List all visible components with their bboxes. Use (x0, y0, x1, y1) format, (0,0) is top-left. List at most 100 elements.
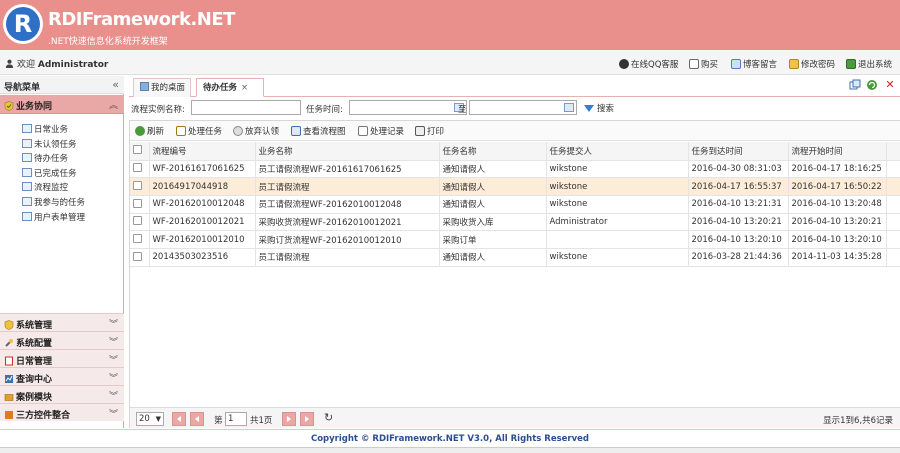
table-row[interactable]: 20143503023516 员工请假流程 通知请假人 wikstone 2016-03… (130, 248, 900, 267)
col-header-start-time[interactable]: 流程开始时间 (788, 142, 887, 161)
row-checkbox[interactable] (130, 230, 150, 249)
refresh-icon[interactable] (866, 79, 878, 91)
prev-page-button[interactable] (190, 412, 204, 426)
nav-group-third-party[interactable]: 三方控件整合 ︾ (0, 403, 124, 421)
header-banner: R RDIFramework.NET .NET快速信息化系统开发框架 (0, 0, 900, 50)
instance-name-label: 流程实例名称: (131, 105, 185, 115)
table-cell: 2016-04-10 13:20:21 (688, 213, 789, 232)
row-checkbox[interactable] (130, 248, 150, 267)
logout-link[interactable]: 退出系统 (846, 58, 892, 70)
page-size-select[interactable]: 20 ▼ (136, 412, 164, 426)
calendar-icon[interactable] (564, 103, 574, 112)
grid-icon (22, 124, 32, 133)
tab-todo-tasks[interactable]: 待办任务 × (196, 78, 264, 97)
table-cell: 2016-04-10 13:21:31 (688, 195, 789, 214)
last-page-button[interactable] (300, 412, 314, 426)
print-button[interactable]: 打印 (415, 125, 444, 137)
table-cell-overflow (886, 160, 900, 179)
table-row[interactable]: WF-20161617061625 员工请假流程WF-20161617061625… (130, 160, 900, 179)
abandon-claim-button[interactable]: 放弃认领 (233, 125, 279, 137)
nav-item-monitor[interactable]: 流程监控 (22, 182, 85, 194)
row-checkbox[interactable] (130, 195, 150, 214)
process-record-button[interactable]: 处理记录 (358, 125, 404, 137)
qq-service-link[interactable]: 在线QQ客服 (619, 58, 678, 70)
nav-item-daily-business[interactable]: 日常业务 (22, 124, 85, 136)
cancel-icon (233, 126, 243, 136)
table-cell: WF-20162010012048 (149, 195, 256, 214)
table-cell: Administrator (546, 213, 689, 232)
end-date-input[interactable] (469, 100, 577, 115)
welcome-text: 欢迎 Administrator (5, 57, 108, 70)
nav-group-system-manage[interactable]: 系统管理 ︾ (0, 313, 124, 331)
pager-refresh-icon[interactable]: ↻ (324, 411, 333, 424)
col-header-submitter[interactable]: 任务提交人 (546, 142, 689, 161)
table-cell: 2016-04-17 18:16:25 (788, 160, 887, 179)
row-checkbox[interactable] (130, 160, 150, 179)
nav-group-business-collab[interactable]: 业务协同 ︽ (0, 95, 124, 114)
page-number-input[interactable]: 1 (225, 412, 247, 426)
window-restore-icon[interactable] (849, 79, 861, 91)
nav-item-todo[interactable]: 待办任务 (22, 153, 85, 165)
row-checkbox[interactable] (130, 177, 150, 196)
nav-item-participated[interactable]: 我参与的任务 (22, 196, 85, 209)
table-row[interactable]: WF-20162010012048 员工请假流程WF-20162010012048… (130, 195, 900, 214)
table-cell: 采购订货流程WF-20162010012010 (255, 230, 440, 249)
task-icon (176, 126, 186, 136)
brand-subtitle: .NET快速信息化系统开发框架 (48, 37, 168, 47)
check-shield-icon (4, 101, 14, 111)
logo-letter: R (6, 7, 40, 41)
printer-icon (415, 126, 425, 136)
select-all-checkbox[interactable] (130, 142, 150, 161)
close-icon[interactable]: × (241, 83, 248, 93)
nav-group-system-config[interactable]: 系统配置 ︾ (0, 331, 124, 349)
table-cell: 20143503023516 (149, 248, 256, 267)
user-name: Administrator (37, 60, 109, 70)
nav-group-daily-manage[interactable]: 日常管理 ︾ (0, 349, 124, 367)
chevron-down-icon: ︾ (108, 392, 118, 402)
col-header-task-name[interactable]: 任务名称 (439, 142, 547, 161)
tab-my-desktop[interactable]: 我的桌面 (133, 78, 191, 97)
process-task-button[interactable]: 处理任务 (176, 125, 222, 137)
row-checkbox[interactable] (130, 213, 150, 232)
nav-item-unclaimed[interactable]: 未认领任务 (22, 138, 85, 151)
table-cell-overflow (886, 230, 900, 249)
collapse-icon[interactable]: « (112, 78, 119, 91)
change-password-link[interactable]: 修改密码 (789, 58, 835, 70)
table-cell: wikstone (546, 248, 689, 267)
search-button[interactable]: 搜索 (584, 102, 614, 114)
task-icon (22, 138, 32, 148)
next-page-button[interactable] (282, 412, 296, 426)
table-cell: 采购收货流程WF-20162010012021 (255, 213, 440, 232)
nav-group-case-module[interactable]: 案例模块 ︾ (0, 385, 124, 403)
wrench-icon (5, 339, 13, 347)
table-cell: WF-20162010012010 (149, 230, 256, 249)
grid-toolbar: 刷新 处理任务 放弃认领 查看流程图 处理记录 打印 (130, 121, 900, 141)
nav-group-query-center[interactable]: 查询中心 ︾ (0, 367, 124, 385)
start-date-input[interactable] (349, 100, 467, 115)
col-header-process-no[interactable]: 流程编号 (149, 142, 256, 161)
table-row[interactable]: WF-20162010012010 采购订货流程WF-20162010012010… (130, 230, 900, 249)
table-row[interactable]: WF-20162010012021 采购收货流程WF-20162010012021… (130, 213, 900, 232)
col-header-arrival-time[interactable]: 任务到达时间 (688, 142, 789, 161)
footer-copyright: Copyright © RDIFramework.NET V3.0, All R… (0, 429, 900, 447)
page-total: 共1页 (250, 416, 273, 426)
instance-name-input[interactable] (191, 100, 301, 115)
nav-item-completed[interactable]: 已完成任务 (22, 167, 85, 180)
table-row[interactable]: 20164917044918 员工请假流程 通知请假人 wikstone 2016-04… (130, 177, 900, 196)
blog-message-link[interactable]: 博客留言 (731, 58, 777, 70)
close-window-icon[interactable]: ✕ (884, 79, 896, 91)
table-cell: 通知请假人 (439, 160, 547, 179)
first-page-button[interactable] (172, 412, 186, 426)
task-table: 流程编号 业务名称 任务名称 任务提交人 任务到达时间 流程开始时间 WF-20… (130, 142, 900, 267)
col-header-business-name[interactable]: 业务名称 (255, 142, 440, 161)
table-cell: WF-20162010012021 (149, 213, 256, 232)
nav-item-user-forms[interactable]: 用户表单管理 (22, 211, 85, 224)
refresh-button[interactable]: 刷新 (135, 125, 164, 137)
chevron-down-icon: ︾ (108, 356, 118, 366)
table-cell: WF-20161617061625 (149, 160, 256, 179)
chevron-down-icon: ︾ (108, 320, 118, 330)
col-header-overflow (886, 142, 900, 161)
view-flowchart-button[interactable]: 查看流程图 (291, 125, 346, 137)
exit-icon (846, 59, 856, 69)
buy-link[interactable]: 购买 (689, 58, 718, 70)
